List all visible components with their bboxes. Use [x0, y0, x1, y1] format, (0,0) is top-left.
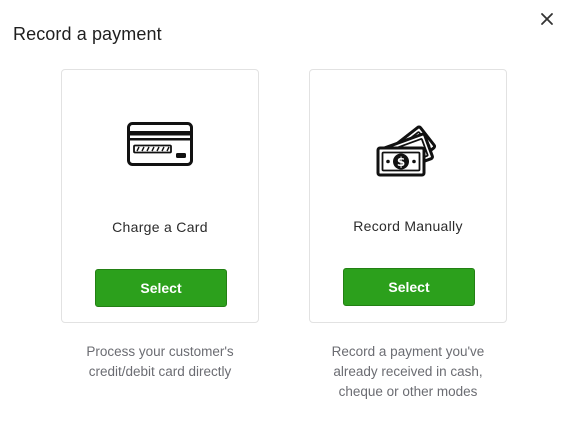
option-charge-card: Charge a Card Select Process your custom… — [61, 69, 259, 382]
option-description: Process your customer's credit/debit car… — [61, 342, 259, 382]
dialog-title: Record a payment — [13, 24, 162, 44]
option-card: $ Record Manually Select — [309, 69, 507, 323]
option-label: Charge a Card — [112, 219, 208, 235]
close-icon[interactable] — [540, 12, 554, 26]
option-record-manually: $ Record Manually Select Record a paymen… — [309, 69, 507, 402]
cash-icon: $ — [376, 125, 437, 177]
record-payment-dialog: Record a payment Charge a Card Select Pr… — [0, 0, 566, 426]
select-charge-card-button[interactable]: Select — [95, 269, 227, 307]
description-line: Process your customer's — [86, 344, 234, 359]
description-line: already received in cash, — [333, 364, 483, 379]
svg-text:$: $ — [397, 155, 405, 169]
option-label: Record Manually — [353, 218, 463, 234]
option-description: Record a payment you've already received… — [309, 342, 507, 402]
description-line: cheque or other modes — [338, 384, 478, 399]
description-line: Record a payment you've — [331, 344, 485, 359]
option-card: Charge a Card Select — [61, 69, 259, 323]
description-line: credit/debit card directly — [88, 364, 232, 379]
close-button[interactable] — [534, 6, 560, 32]
credit-card-icon — [127, 122, 193, 166]
select-record-manually-button[interactable]: Select — [343, 268, 475, 306]
